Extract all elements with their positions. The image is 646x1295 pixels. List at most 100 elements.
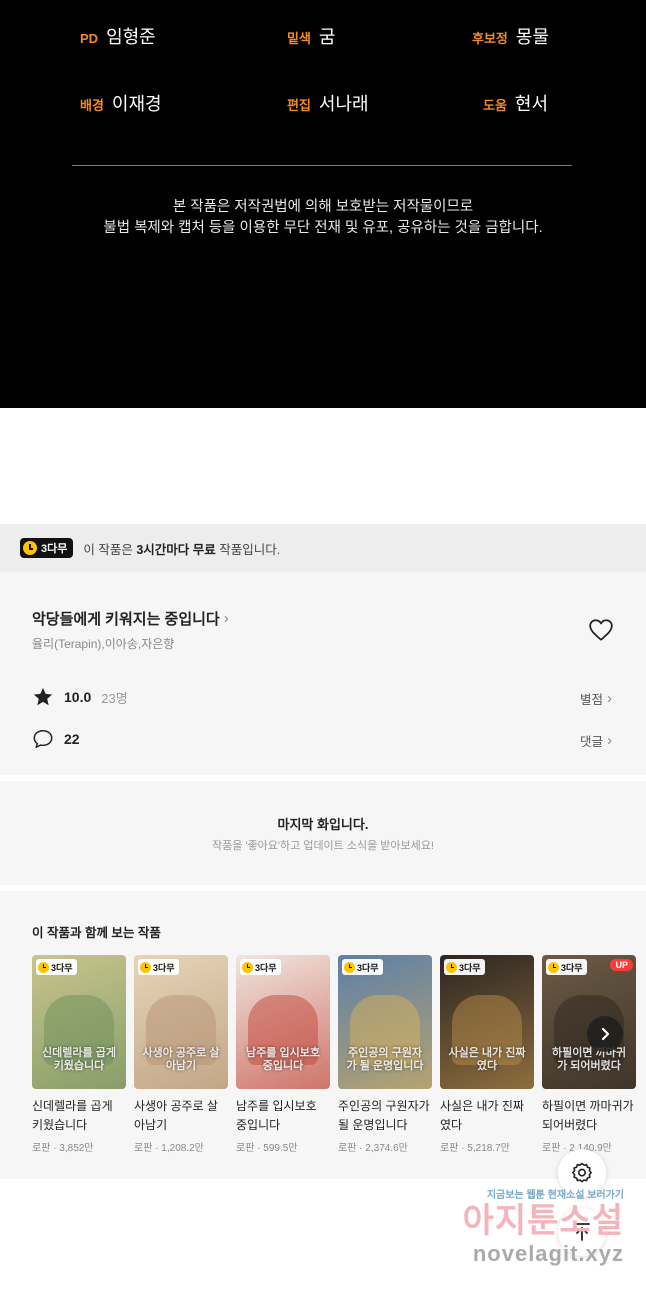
recommendation-card[interactable]: 신데렐라를 곱게 키웠습니다 3다무 신데렐라를 곱게 키웠습니다 로판 · 3… [32,955,126,1154]
credit-base-color: 밑색 굼 [287,23,335,49]
carousel-next-button[interactable] [587,1016,623,1052]
free-text-bold: 3시간마다 무료 [136,542,216,557]
clock-icon [23,541,37,555]
wait-free-badge: 3다무 [546,959,587,975]
heart-icon[interactable] [588,618,614,642]
credit-assist: 도움 현서 [483,90,548,116]
clock-icon [548,961,559,973]
last-episode-title: 마지막 화입니다. [277,817,369,832]
credit-post-correction: 후보정 몽물 [472,23,549,49]
rating-count: 23명 [101,690,128,706]
star-icon [33,687,53,706]
recommendation-title: 신데렐라를 곱게 키웠습니다 [32,1099,113,1132]
wait-free-badge-label: 3다무 [357,962,379,973]
gear-icon [572,1162,592,1183]
wait-free-badge-label: 3다무 [561,962,583,973]
cover-title-art: 사실은 내가 진짜였다 [448,1047,526,1072]
watermark-logo: 아지툰소설 [462,1202,624,1240]
recommendation-meta: 로판 · 3,852만 [32,1143,94,1154]
comments-link-label: 댓글 [579,735,603,749]
credits-divider [72,165,572,166]
update-badge: UP [610,959,633,971]
site-watermark: 지금보는 웹툰 현재소설 보러가기 아지툰소설 novelagit.xyz [434,1186,624,1267]
credit-role: 밑색 [287,31,311,46]
work-authors: 율리(Terapin),이아송,자은향 [32,637,175,651]
last-episode-subtitle: 작품을 '좋아요'하고 업데이트 소식을 받아보세요! [212,840,434,852]
work-info-section: 악당들에게 키워지는 중입니다 › 율리(Terapin),이아송,자은향 10… [0,572,646,775]
recommendation-thumbnail: 사생아 공주로 살아남기 3다무 [134,955,228,1089]
credit-name: 현서 [514,94,549,114]
recommendation-thumbnail: 신데렐라를 곱게 키웠습니다 3다무 [32,955,126,1089]
recommendation-meta: 로판 · 1,208.2만 [134,1143,204,1154]
rating-value: 10.0 [64,689,92,705]
clock-icon [38,961,49,973]
credit-role: 후보정 [472,31,508,46]
chevron-right-icon: › [607,732,612,749]
recommendation-card[interactable]: 사생아 공주로 살아남기 3다무 사생아 공주로 살아남기 로판 · 1,208… [134,955,228,1154]
credit-role: 배경 [80,98,104,113]
wait-free-badge: 3다무 [444,959,485,975]
rating-row: 10.0 23명 [32,686,128,708]
comment-icon [33,730,53,748]
credit-name: 몽물 [515,27,550,47]
copyright-notice-line1: 본 작품은 저작권법에 의해 보호받는 저작물이므로 [172,199,474,215]
credit-name: 서나래 [318,94,369,114]
recommendation-meta: 로판 · 599.5만 [236,1143,298,1154]
recommendation-title: 하필이면 까마귀가 되어버렸다 [542,1099,634,1132]
credit-background: 배경 이재경 [80,90,162,116]
credit-name: 굼 [318,27,336,47]
cover-title-art: 신데렐라를 곱게 키웠습니다 [42,1047,116,1072]
wait-free-badge: 3다무 [138,959,179,975]
credit-role: PD [80,31,99,46]
work-title: 악당들에게 키워지는 중입니다 [32,611,220,628]
credit-role: 도움 [483,98,507,113]
recommendation-thumbnail: 사실은 내가 진짜였다 3다무 [440,955,534,1089]
wait-free-badge: 3다무 [36,959,77,975]
copyright-notice: 본 작품은 저작권법에 의해 보호받는 저작물이므로 불법 복제와 캡처 등을 … [0,197,646,239]
recommendation-title: 남주를 입시보호 중입니다 [236,1099,317,1132]
comments-row: 22 [32,728,80,750]
clock-icon [446,961,457,973]
credit-role: 편집 [287,98,311,113]
free-text-suffix: 작품입니다. [215,542,281,557]
last-episode-section: 마지막 화입니다. 작품을 '좋아요'하고 업데이트 소식을 받아보세요! [0,781,646,885]
cover-title-art: 사생아 공주로 살아남기 [142,1047,220,1072]
wait-free-badge: 3다무 [342,959,383,975]
comments-count: 22 [64,731,80,747]
recommendation-title: 주인공의 구원자가 될 운명입니다 [338,1099,430,1132]
recommendations-heading: 이 작품과 함께 보는 작품 [32,926,161,940]
comments-link[interactable]: 댓글 › [580,731,612,750]
cover-title-art: 남주를 입시보호 중입니다 [246,1047,320,1072]
recommendations-section: 이 작품과 함께 보는 작품 신데렐라를 곱게 키웠습니다 3다무 신데렐라를 … [0,891,646,1179]
chevron-right-icon: › [607,690,612,707]
recommendation-card[interactable]: 남주를 입시보호 중입니다 3다무 남주를 입시보호 중입니다 로판 · 599… [236,955,330,1154]
wait-free-badge-label: 3다무 [41,543,68,555]
rating-link[interactable]: 별점 › [580,689,612,708]
free-every-3h-banner: 3다무 이 작품은 3시간마다 무료 작품입니다. [0,524,646,572]
watermark-url: novelagit.xyz [472,1241,624,1266]
recommendation-thumbnail: 하필이면 까마귀가 되어버렸다 3다무 UP [542,955,636,1089]
cover-title-art: 하필이면 까마귀가 되어버렸다 [552,1047,626,1072]
wait-free-badge-label: 3다무 [51,962,73,973]
wait-free-badge-label: 3다무 [459,962,481,973]
chevron-right-icon: › [223,610,229,627]
rating-link-label: 별점 [579,693,603,707]
watermark-tagline: 지금보는 웹툰 현재소설 보러가기 [486,1190,624,1201]
credit-pd: PD 임형준 [80,23,156,49]
recommendation-thumbnail: 주인공의 구원자가 될 운명입니다 3다무 [338,955,432,1089]
clock-icon [344,961,355,973]
recommendation-meta: 로판 · 2,374.6만 [338,1143,408,1154]
wait-free-badge-label: 3다무 [153,962,175,973]
recommendation-card[interactable]: 주인공의 구원자가 될 운명입니다 3다무 주인공의 구원자가 될 운명입니다 … [338,955,432,1154]
recommendation-card[interactable]: 사실은 내가 진짜였다 3다무 사실은 내가 진짜였다 로판 · 5,218.7… [440,955,534,1154]
copyright-notice-line2: 불법 복제와 캡처 등을 이용한 무단 전재 및 유포, 공유하는 것을 금합니… [103,220,543,236]
credits-section: PD 임형준 밑색 굼 후보정 몽물 배경 이재경 편집 서나래 도움 현서 본… [0,0,646,408]
recommendation-card[interactable]: 하필이면 까마귀가 되어버렸다 3다무 UP 하필이면 까마귀가 되어버렸다 로… [542,955,636,1154]
work-title-link[interactable]: 악당들에게 키워지는 중입니다 › [32,608,229,629]
wait-free-badge: 3다무 [240,959,281,975]
free-banner-text: 이 작품은 3시간마다 무료 작품입니다. [83,539,280,558]
clock-icon [242,961,253,973]
credit-editor: 편집 서나래 [287,90,369,116]
recommendation-thumbnail: 남주를 입시보호 중입니다 3다무 [236,955,330,1089]
wait-free-badge-label: 3다무 [255,962,277,973]
